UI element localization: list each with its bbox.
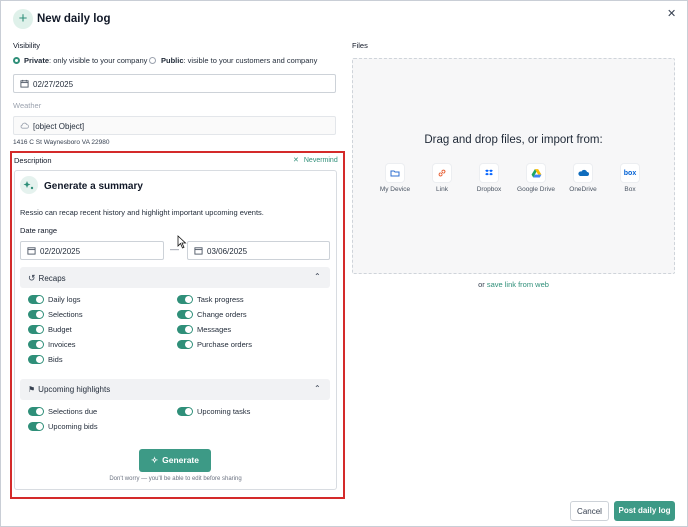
dropbox-icon [480, 164, 498, 182]
toggle-budget[interactable] [28, 325, 44, 334]
public-desc: : visible to your customers and company [183, 56, 318, 65]
toggle-task-progress[interactable] [177, 295, 193, 304]
weather-value: [object Object] [33, 122, 85, 131]
log-date-value: 02/27/2025 [33, 80, 74, 89]
visibility-public-option[interactable]: Public : visible to your customers and c… [149, 56, 317, 65]
dialog-title: New daily log [37, 13, 111, 25]
calendar-icon [20, 79, 29, 88]
sparkle-icon [20, 176, 38, 194]
toggle-label: Daily logs [48, 295, 81, 304]
toggle-label: Change orders [197, 310, 247, 319]
toggle-selections-due[interactable] [28, 407, 44, 416]
source-link[interactable]: Link [421, 164, 463, 193]
save-link-from-web[interactable]: save link from web [487, 280, 549, 289]
sparkle-icon: ✧ [151, 455, 159, 465]
source-label: My Device [379, 186, 411, 193]
toggle-daily-logs[interactable] [28, 295, 44, 304]
folder-icon [386, 164, 404, 182]
save-link-row: or save link from web [352, 280, 675, 289]
onedrive-icon [574, 164, 592, 182]
log-date-field[interactable]: 02/27/2025 [13, 74, 336, 93]
or-text: or [478, 280, 485, 289]
signpost-icon: ⚑ [28, 385, 36, 394]
weather-address: 1416 C St Waynesboro VA 22980 [13, 139, 110, 146]
weather-field: [object Object] [13, 116, 336, 135]
visibility-label: Visibility [13, 41, 40, 50]
summary-title: Generate a summary [44, 181, 143, 192]
new-daily-log-dialog: + New daily log ✕ Visibility Private : o… [0, 0, 688, 527]
toggle-label: Invoices [48, 340, 76, 349]
generate-footnote: Don't worry — you'll be able to edit bef… [109, 476, 242, 482]
toggle-invoices[interactable] [28, 340, 44, 349]
source-label: OneDrive [569, 186, 597, 193]
plus-icon: + [13, 9, 33, 29]
start-date-value: 02/20/2025 [40, 247, 81, 256]
cloud-icon [20, 122, 29, 129]
upcoming-title-group: ⚑ Upcoming highlights [28, 385, 110, 394]
toggle-label: Messages [197, 325, 232, 334]
calendar-icon [194, 247, 203, 255]
end-date-field[interactable]: 03/06/2025 [187, 241, 330, 260]
source-box[interactable]: box Box [609, 164, 651, 193]
start-date-field[interactable]: 02/20/2025 [20, 241, 164, 260]
source-onedrive[interactable]: OneDrive [562, 164, 604, 193]
visibility-private-option[interactable]: Private : only visible to your company [13, 56, 147, 65]
post-daily-log-button[interactable]: Post daily log [614, 501, 675, 521]
recaps-header[interactable] [20, 267, 330, 288]
generate-label: Generate [162, 455, 199, 465]
toggle-label: Budget [48, 325, 72, 334]
toggle-selections[interactable] [28, 310, 44, 319]
toggle-label: Upcoming tasks [197, 407, 251, 416]
dropzone-title: Drag and drop files, or import from: [424, 134, 603, 146]
toggle-label: Bids [48, 355, 63, 364]
date-range-label: Date range [20, 226, 58, 235]
generate-button[interactable]: ✧ Generate [139, 449, 211, 472]
mouse-cursor-icon [177, 235, 187, 251]
source-label: Dropbox [476, 186, 502, 193]
history-icon: ↺ [28, 273, 36, 283]
end-date-value: 03/06/2025 [207, 247, 248, 256]
calendar-icon [27, 247, 36, 255]
files-label: Files [352, 41, 368, 50]
source-google-drive[interactable]: Google Drive [515, 164, 557, 193]
private-radio[interactable] [13, 57, 20, 64]
upcoming-title: Upcoming highlights [38, 385, 111, 394]
public-title: Public [161, 56, 184, 65]
chevron-up-icon[interactable]: ⌃ [314, 384, 321, 393]
source-dropbox[interactable]: Dropbox [468, 164, 510, 193]
private-desc: : only visible to your company [49, 56, 148, 65]
toggle-label: Task progress [197, 295, 244, 304]
chevron-up-icon[interactable]: ⌃ [314, 272, 321, 281]
toggle-label: Selections [48, 310, 83, 319]
google-drive-icon [527, 164, 545, 182]
toggle-purchase-orders[interactable] [177, 340, 193, 349]
toggle-label: Purchase orders [197, 340, 253, 349]
toggle-upcoming-tasks[interactable] [177, 407, 193, 416]
weather-label: Weather [13, 101, 42, 110]
toggle-bids[interactable] [28, 355, 44, 364]
toggle-label: Selections due [48, 407, 98, 416]
private-title: Private [24, 56, 50, 65]
summary-intro: Ressio can recap recent history and high… [20, 208, 264, 217]
source-label: Box [624, 186, 636, 193]
recaps-title: Recaps [38, 274, 66, 283]
source-label: Google Drive [517, 186, 555, 193]
source-label: Link [436, 186, 448, 193]
toggle-change-orders[interactable] [177, 310, 193, 319]
box-icon: box [621, 164, 639, 182]
public-radio[interactable] [149, 57, 156, 64]
link-icon [433, 164, 451, 182]
toggle-messages[interactable] [177, 325, 193, 334]
toggle-label: Upcoming bids [48, 422, 98, 431]
source-my-device[interactable]: My Device [374, 164, 416, 193]
cancel-button[interactable]: Cancel [570, 501, 609, 521]
close-icon[interactable]: ✕ [667, 7, 676, 20]
recaps-title-group: ↺ Recaps [28, 273, 66, 284]
toggle-upcoming-bids[interactable] [28, 422, 44, 431]
